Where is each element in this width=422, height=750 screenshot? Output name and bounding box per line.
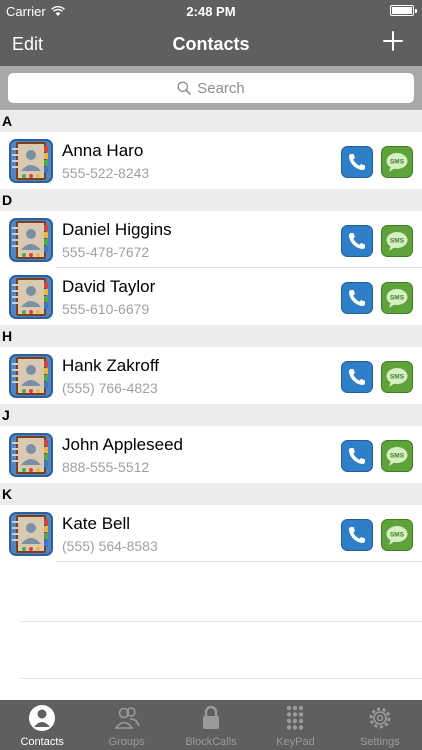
search-bar: Search (0, 66, 422, 110)
call-button[interactable] (341, 282, 373, 314)
tab-label: Contacts (20, 736, 64, 748)
battery-fill (392, 7, 412, 14)
lock-icon (203, 705, 220, 729)
call-button[interactable] (341, 440, 373, 472)
tab-settings[interactable]: Settings (338, 700, 422, 750)
contact-phone: 555-610-6679 (62, 301, 150, 317)
search-input[interactable]: Search (8, 73, 414, 103)
tab-label: Groups (108, 736, 145, 748)
contact-row[interactable]: Kate Bell (555) 564-8583 SMS (0, 505, 422, 562)
sms-button[interactable]: SMS (381, 146, 413, 178)
tab-label: BlockCalls (185, 736, 237, 748)
contact-phone: (555) 766-4823 (62, 380, 158, 396)
contact-name: John Appleseed (62, 435, 183, 454)
contact-row[interactable]: David Taylor 555-610-6679 SMS (0, 268, 422, 325)
plus-icon[interactable] (382, 30, 404, 52)
contact-row[interactable]: Hank Zakroff (555) 766-4823 SMS (0, 347, 422, 404)
sms-button[interactable]: SMS (381, 225, 413, 257)
call-button[interactable] (341, 519, 373, 551)
contact-phone: 555-478-7672 (62, 244, 150, 260)
tab-groups[interactable]: Groups (84, 700, 168, 750)
person-icon (29, 705, 56, 731)
sms-label: SMS (390, 374, 405, 381)
tab-blockcalls[interactable]: BlockCalls (169, 700, 253, 750)
groups-icon (114, 707, 140, 729)
sms-button[interactable]: SMS (381, 440, 413, 472)
sms-button[interactable]: SMS (381, 282, 413, 314)
sms-button[interactable]: SMS (381, 361, 413, 393)
empty-row-separator (20, 678, 422, 679)
section-header: J (0, 404, 422, 426)
tab-label: KeyPad (276, 736, 315, 748)
address-book-icon (9, 275, 53, 319)
section-header: A (0, 110, 422, 132)
contact-row[interactable]: Daniel Higgins 555-478-7672 SMS (0, 211, 422, 268)
battery-icon (390, 5, 417, 16)
call-button[interactable] (341, 361, 373, 393)
sms-label: SMS (390, 532, 405, 539)
address-book-icon (9, 139, 53, 183)
search-icon (177, 81, 192, 95)
contact-name: Daniel Higgins (62, 220, 172, 239)
empty-row-separator (20, 621, 422, 622)
status-bar: Carrier 2:48 PM (0, 0, 422, 22)
gear-icon (369, 707, 391, 729)
address-book-icon (9, 433, 53, 477)
keypad-icon (287, 705, 304, 730)
sms-label: SMS (390, 238, 405, 245)
tab-keypad[interactable]: KeyPad (253, 700, 337, 750)
section-header: K (0, 483, 422, 505)
contact-phone: 555-522-8243 (62, 165, 150, 181)
sms-label: SMS (390, 453, 405, 460)
contact-name: Anna Haro (62, 141, 144, 160)
tab-bar: Contacts Groups BlockCalls KeyPad Settin… (0, 700, 422, 750)
section-header: H (0, 325, 422, 347)
contact-phone: (555) 564-8583 (62, 538, 158, 554)
contact-phone: 888-555-5512 (62, 459, 150, 475)
search-placeholder: Search (197, 79, 245, 97)
address-book-icon (9, 218, 53, 262)
sms-button[interactable]: SMS (381, 519, 413, 551)
contact-name: Kate Bell (62, 514, 131, 533)
status-time: 2:48 PM (186, 4, 236, 19)
call-button[interactable] (341, 146, 373, 178)
contact-name: David Taylor (62, 277, 156, 296)
contact-row[interactable]: Anna Haro 555-522-8243 SMS (0, 132, 422, 189)
contact-list: A Anna Haro 555-522-8243 SMS D Daniel Hi… (0, 110, 422, 562)
sms-label: SMS (390, 159, 405, 166)
sms-label: SMS (390, 295, 405, 302)
address-book-icon (9, 512, 53, 556)
address-book-icon (9, 354, 53, 398)
nav-bar: Edit Contacts (0, 22, 422, 66)
contact-name: Hank Zakroff (62, 356, 160, 375)
section-header: D (0, 189, 422, 211)
page-title: Contacts (172, 34, 250, 54)
contact-row[interactable]: John Appleseed 888-555-5512 SMS (0, 426, 422, 483)
tab-label: Settings (359, 736, 400, 748)
tab-contacts[interactable]: Contacts (0, 700, 84, 750)
call-button[interactable] (341, 225, 373, 257)
